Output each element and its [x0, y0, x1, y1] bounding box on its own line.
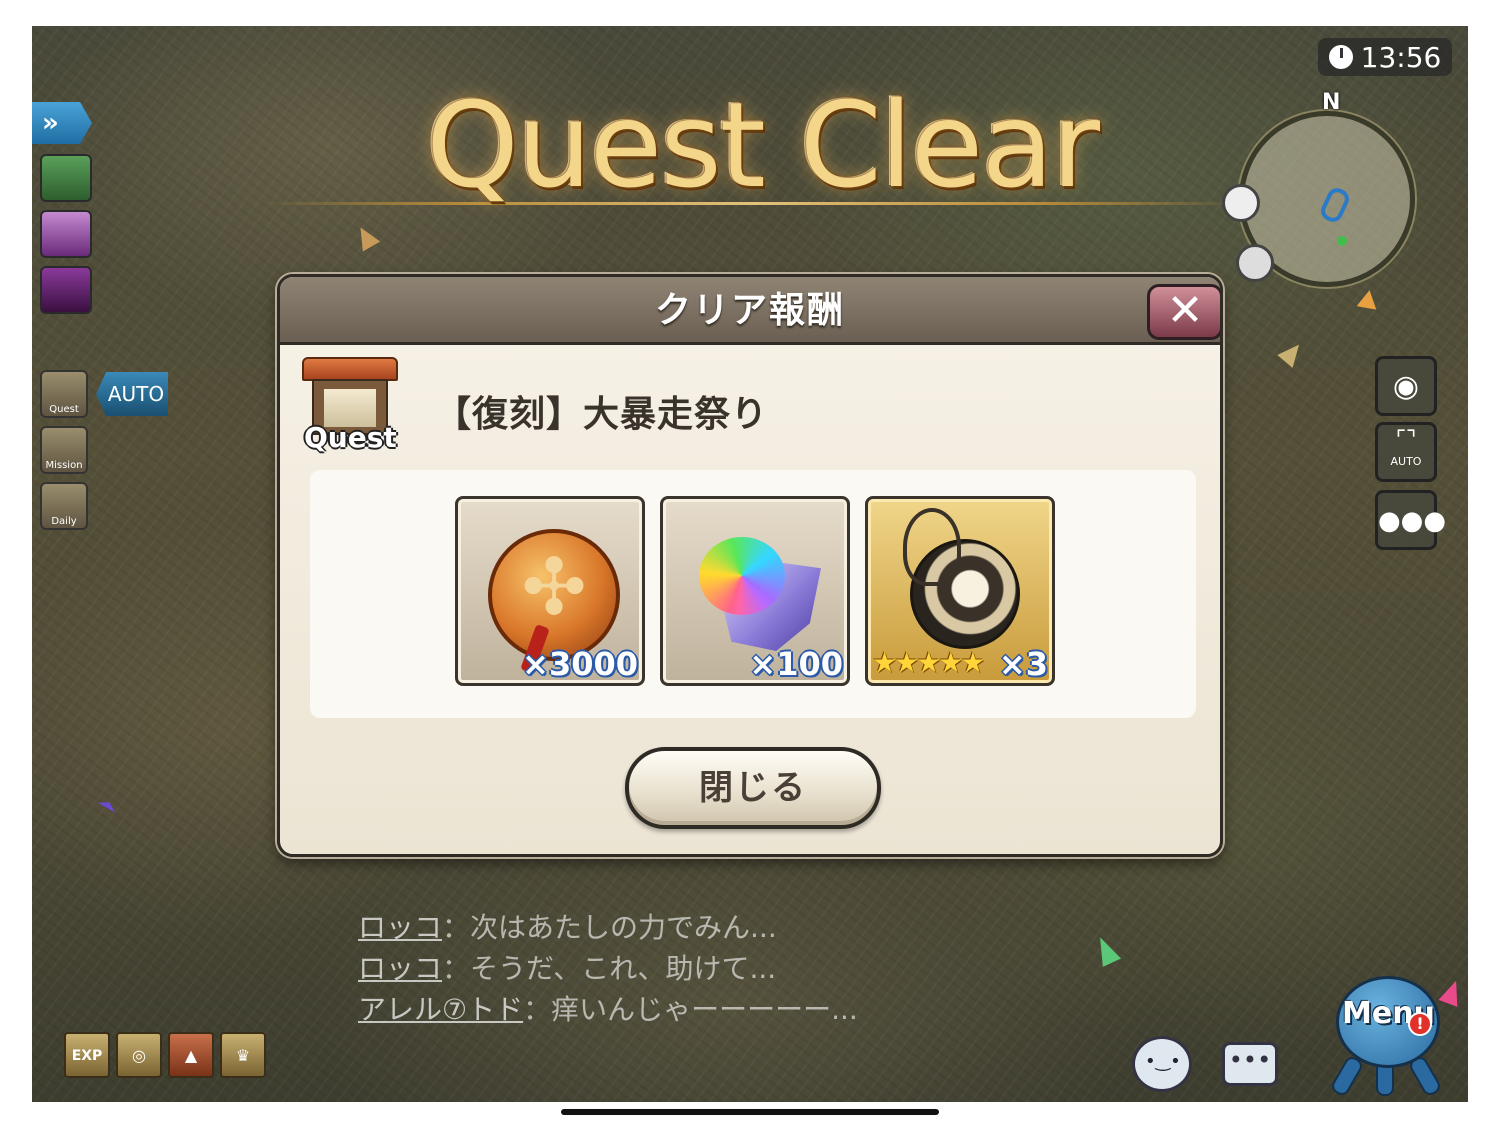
- chat-speaker[interactable]: アレル⑦トド: [358, 993, 523, 1026]
- dark-mask-icon[interactable]: [40, 266, 92, 314]
- reward-count: ×100: [749, 645, 843, 683]
- exp-label: EXP: [71, 1048, 103, 1064]
- close-button[interactable]: 閉じる: [625, 747, 881, 829]
- chat-speaker[interactable]: ロッコ: [358, 952, 442, 985]
- compass-north: N: [1322, 90, 1341, 115]
- dialog-title: クリア報酬: [654, 290, 845, 331]
- auto-button[interactable]: AUTO: [96, 372, 168, 416]
- crown-boost-icon[interactable]: ♛: [220, 1032, 266, 1078]
- coin-boost-icon[interactable]: ◎: [116, 1032, 162, 1078]
- clock: 13:56: [1318, 38, 1452, 76]
- chat-text: 痒いんじゃーーーーー...: [551, 993, 858, 1026]
- daily-menu-button[interactable]: Daily: [40, 482, 88, 530]
- party-icon: ●●●: [1378, 506, 1447, 536]
- close-icon[interactable]: ✕: [1147, 284, 1220, 340]
- auto-camera-label: AUTO: [1390, 455, 1422, 468]
- rarity-stars: ★★★★★: [872, 646, 986, 679]
- event-icon[interactable]: [40, 154, 92, 202]
- message-button[interactable]: •••: [1222, 1042, 1278, 1086]
- party-button[interactable]: ●●●: [1375, 490, 1447, 550]
- chat-line: アレル⑦トド：痒いんじゃーーーーー...: [358, 988, 918, 1029]
- notification-badge: !: [1408, 1012, 1432, 1036]
- reward-item[interactable]: ×100: [660, 496, 850, 686]
- clear-reward-dialog: クリア報酬 ✕ Quest 【復刻】大暴走祭り ×3000 ×100 ★★★: [277, 274, 1223, 857]
- video-camera-icon: ◉: [1392, 369, 1420, 404]
- chat-line: ロッコ：次はあたしの力でみん...: [358, 906, 918, 947]
- menu-button[interactable]: Menu !: [1318, 966, 1454, 1102]
- chat-separator: ：: [442, 952, 471, 985]
- chat-log[interactable]: ロッコ：次はあたしの力でみん... ロッコ：そうだ、これ、助けて... アレル⑦…: [358, 906, 918, 1029]
- cat-mask-icon[interactable]: [40, 210, 92, 258]
- fast-forward-button[interactable]: »: [32, 102, 92, 144]
- home-indicator[interactable]: [561, 1109, 939, 1115]
- game-screen: Quest Clear 13:56 N » Quest AUTO Mission…: [32, 26, 1468, 1102]
- quest-menu-label: Quest: [49, 404, 79, 415]
- daily-menu-label: Daily: [51, 516, 77, 527]
- chat-separator: ：: [442, 911, 471, 944]
- player-marker-icon: [1317, 184, 1353, 226]
- quest-icon-roof: [302, 357, 398, 381]
- reward-area: ×3000 ×100 ★★★★★ ×3: [310, 470, 1196, 718]
- quest-menu-button[interactable]: Quest: [40, 370, 88, 418]
- minimap-zoom-button[interactable]: [1222, 184, 1260, 222]
- mission-menu-button[interactable]: Mission: [40, 426, 88, 474]
- chat-line: ロッコ：そうだ、これ、助けて...: [358, 947, 918, 988]
- auto-camera-button[interactable]: ⌜⌝ AUTO: [1375, 422, 1437, 482]
- reward-item[interactable]: ×3000: [455, 496, 645, 686]
- objective-marker-icon: [1337, 236, 1347, 246]
- clock-icon: [1328, 45, 1353, 69]
- quest-icon-label: Quest: [304, 421, 397, 454]
- medallion-coin-icon: [488, 529, 620, 661]
- reward-count: ×3: [998, 645, 1048, 683]
- reward-item[interactable]: ★★★★★ ×3: [865, 496, 1055, 686]
- mission-menu-label: Mission: [45, 460, 83, 471]
- camera-button[interactable]: ◉: [1375, 356, 1437, 416]
- quest-clear-title: Quest Clear: [425, 76, 1100, 214]
- confetti-piece: [1356, 288, 1380, 310]
- quest-shop-icon: Quest: [302, 357, 398, 455]
- quest-name: 【復刻】大暴走祭り: [435, 394, 769, 435]
- clock-time: 13:56: [1360, 40, 1442, 74]
- gold-pouch-icon: [903, 508, 1020, 649]
- chat-separator: ：: [523, 993, 552, 1026]
- chat-text: そうだ、これ、助けて...: [470, 952, 777, 985]
- focus-icon: ⌜⌝: [1395, 427, 1417, 452]
- chat-text: 次はあたしの力でみん...: [470, 911, 777, 944]
- chat-speaker[interactable]: ロッコ: [358, 911, 442, 944]
- drop-boost-icon[interactable]: ▲: [168, 1032, 214, 1078]
- minimap-camera-button[interactable]: [1236, 244, 1274, 282]
- reward-count: ×3000: [522, 645, 638, 683]
- chat-face-button[interactable]: [1132, 1036, 1192, 1092]
- exp-boost-icon[interactable]: EXP: [64, 1032, 110, 1078]
